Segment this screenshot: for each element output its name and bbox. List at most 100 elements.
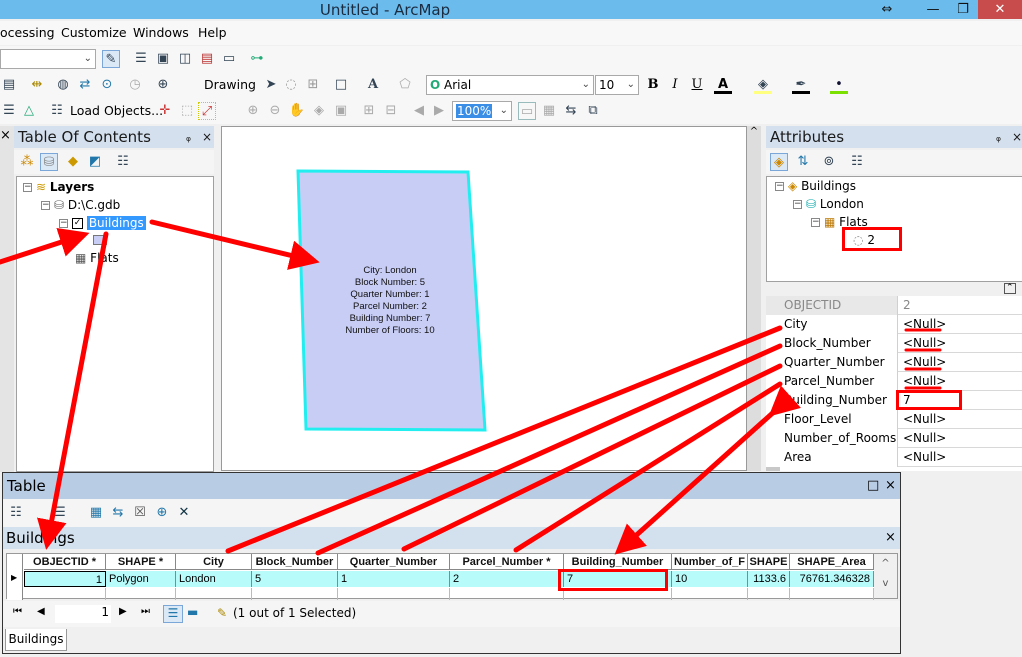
toc-flats-node[interactable]: ▦ Flats	[75, 251, 119, 265]
load-objects-icon[interactable]: ☷	[48, 102, 66, 120]
attributes-splitter[interactable]: ⌃	[766, 283, 1022, 296]
search-window-icon[interactable]: ◫	[176, 50, 194, 68]
toggle-draft-icon[interactable]: ▭	[518, 102, 536, 120]
measure-icon[interactable]: ⇹	[28, 76, 46, 94]
close-icon[interactable]: ×	[0, 128, 11, 143]
menu-customize[interactable]: Customize	[61, 25, 127, 40]
show-selected-records-icon[interactable]: ▬	[187, 605, 198, 619]
zoom-in-layout-icon[interactable]: ⊕	[244, 102, 262, 120]
rectangle-icon[interactable]: □	[332, 76, 350, 94]
menu-geoprocessing[interactable]: ocessing	[0, 25, 55, 40]
collapse-icon[interactable]: −	[23, 183, 32, 192]
current-record-input[interactable]: 1	[55, 605, 111, 623]
toc-gdb-node[interactable]: − ⛁ D:\C.gdb	[41, 198, 120, 212]
fill-color-icon[interactable]: ◈	[754, 76, 772, 94]
table-cell[interactable]: Polygon	[106, 571, 176, 587]
column-header[interactable]: SHAPE	[748, 554, 790, 570]
symbol-swatch[interactable]	[93, 235, 107, 245]
attribute-value[interactable]: <Null>	[900, 372, 946, 390]
close-icon[interactable]: ×	[202, 126, 212, 148]
edit-tool-icon[interactable]: ✛	[156, 102, 174, 120]
forward-extent-icon[interactable]: ▶	[430, 102, 448, 120]
table-window-icon[interactable]: ☰	[132, 50, 150, 68]
switch-selection-icon[interactable]: ⇆	[109, 504, 127, 522]
table-options-icon[interactable]: ☷	[7, 504, 25, 522]
table-cell[interactable]: 76761.346328	[790, 571, 874, 587]
toc-layers-node[interactable]: − ≋ Layers	[23, 180, 94, 194]
empty-cell[interactable]	[252, 588, 338, 600]
select-elements-icon[interactable]: ➤	[262, 76, 280, 94]
clear-selection-icon[interactable]: ☒	[131, 504, 149, 522]
drawing-menu[interactable]: Drawing	[204, 77, 256, 92]
table-vertical-scrollbar[interactable]: ^ v	[874, 554, 897, 598]
font-name-combo[interactable]: O Arial ⌄	[426, 75, 594, 95]
model-builder-icon[interactable]: ⊶	[248, 50, 266, 68]
font-size-combo[interactable]: 10 ⌄	[595, 75, 639, 95]
maximize-icon[interactable]: □	[867, 473, 879, 499]
attribute-row[interactable]: Building_Number 7	[766, 391, 1022, 410]
column-header[interactable]: SHAPE *	[106, 554, 176, 570]
scroll-down-icon[interactable]: v	[874, 574, 897, 594]
table-cell[interactable]: 1	[24, 571, 106, 587]
collapse-icon[interactable]: −	[811, 218, 820, 227]
attribute-value[interactable]: <Null>	[900, 429, 946, 447]
list-by-drawing-order-icon[interactable]: ⁂	[18, 153, 36, 171]
extent-icon[interactable]: ⬚	[178, 102, 196, 120]
underline-button[interactable]: U	[688, 76, 706, 94]
attribute-row[interactable]: Parcel_Number <Null>	[766, 372, 1022, 391]
close-icon[interactable]: ×	[885, 527, 896, 549]
attribute-value[interactable]: <Null>	[900, 448, 946, 466]
next-record-icon[interactable]: ▶	[119, 606, 127, 617]
column-header[interactable]: City	[176, 554, 252, 570]
attribute-value[interactable]: <Null>	[900, 410, 946, 428]
zoom-100-icon[interactable]: ▣	[332, 102, 350, 120]
table-cell[interactable]: 5	[252, 571, 338, 587]
toc-buildings-node[interactable]: − ✓ Buildings	[59, 216, 146, 230]
font-color-button[interactable]: A	[714, 76, 732, 94]
html-popup-icon[interactable]: ▤	[0, 76, 18, 94]
select-by-attributes-icon[interactable]: ▦	[87, 504, 105, 522]
collapse-icon[interactable]: −	[59, 219, 68, 228]
empty-cell[interactable]	[790, 588, 874, 600]
column-header[interactable]: Parcel_Number *	[450, 554, 564, 570]
data-driven-pages-icon[interactable]: ⧉	[584, 102, 602, 120]
column-header[interactable]: Block_Number	[252, 554, 338, 570]
line-color-icon[interactable]: ✒	[792, 76, 810, 94]
empty-cell[interactable]	[748, 588, 790, 600]
attribute-value[interactable]: <Null>	[900, 353, 946, 371]
empty-cell[interactable]	[672, 588, 748, 600]
empty-cell[interactable]	[450, 588, 564, 600]
full-extent-layout-icon[interactable]: ◈	[310, 102, 328, 120]
previous-record-icon[interactable]: ◀	[37, 606, 45, 617]
attribute-row[interactable]: Quarter_Number <Null>	[766, 353, 1022, 372]
map-view[interactable]: City: London Block Number: 5 Quarter Numbe…	[221, 126, 747, 471]
zoom-to-selected-icon[interactable]: ⊕	[153, 504, 171, 522]
zoom-out-layout-icon[interactable]: ⊖	[266, 102, 284, 120]
menu-windows[interactable]: Windows	[133, 25, 189, 40]
focus-frame-icon[interactable]: ▦	[540, 102, 558, 120]
first-record-icon[interactable]: ⏮	[13, 606, 22, 617]
attribute-value[interactable]: <Null>	[900, 334, 946, 352]
show-all-records-icon[interactable]: ☰	[163, 605, 183, 623]
catalog-icon[interactable]: ▣	[154, 50, 172, 68]
show-layers-icon[interactable]: ◈	[770, 153, 788, 171]
list-by-selection-icon[interactable]: ◩	[86, 153, 104, 171]
bold-button[interactable]: B	[644, 76, 662, 94]
minimize-button[interactable]: —	[918, 0, 948, 19]
attr-buildings-node[interactable]: − ◈ Buildings	[775, 179, 856, 193]
find-route-icon[interactable]: ⇄	[76, 76, 94, 94]
table-tab-buildings[interactable]: Buildings	[5, 629, 67, 651]
pan-layout-icon[interactable]: ✋	[288, 102, 306, 120]
scroll-up-icon[interactable]: ^	[874, 554, 897, 574]
empty-cell[interactable]	[176, 588, 252, 600]
attribute-row[interactable]: Floor_Level <Null>	[766, 410, 1022, 429]
table-cell[interactable]: 1133.6	[748, 571, 790, 587]
attribute-value[interactable]: <Null>	[900, 315, 946, 333]
list-by-visibility-icon[interactable]: ◆	[64, 153, 82, 171]
delete-selected-icon[interactable]: ✕	[175, 504, 193, 522]
collapse-icon[interactable]: −	[41, 201, 50, 210]
pin-icon[interactable]: ᵩ	[996, 126, 1001, 148]
attribute-row[interactable]: Number_of_Rooms <Null>	[766, 429, 1022, 448]
identify-icon[interactable]: ⊚	[820, 153, 838, 171]
fixed-zoom-in-icon[interactable]: ⊞	[360, 102, 378, 120]
